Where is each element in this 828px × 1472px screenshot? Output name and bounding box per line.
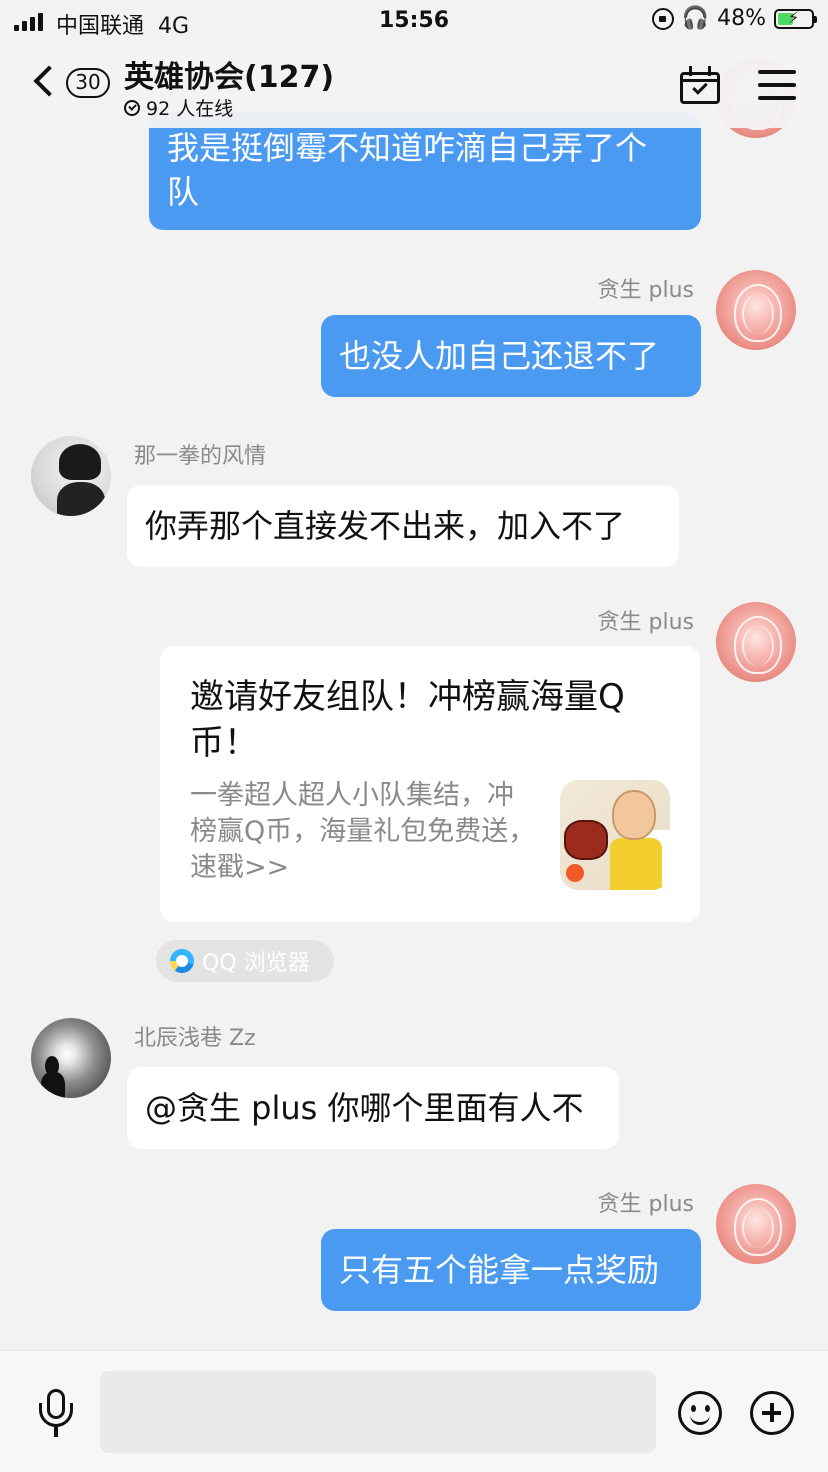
message-bubble[interactable]: 只有五个能拿一点奖励 (321, 1229, 701, 1311)
mic-cup (39, 1403, 73, 1427)
avatar[interactable] (716, 1184, 796, 1264)
card-thumbnail (560, 780, 670, 890)
unread-count-badge: 30 (66, 68, 110, 98)
message-bubble[interactable]: 你弄那个直接发不出来，加入不了 (127, 485, 679, 567)
avatar[interactable] (716, 602, 796, 682)
qq-browser-icon (170, 949, 194, 973)
rotation-lock-icon (651, 7, 674, 30)
message-bubble[interactable]: 我是挺倒霉不知道咋滴自己弄了个 队 (149, 112, 701, 230)
sender-name: 那一拳的风情 (134, 444, 267, 469)
status-bar: 中国联通 4G 15:56 🎧 48% ⚡ (0, 0, 828, 44)
card-title: 邀请好友组队！冲榜赢海量Q币！ (190, 677, 625, 763)
thumb-fist (564, 820, 608, 860)
sender-name: 贪生 plus (597, 610, 694, 635)
input-bar (0, 1350, 828, 1472)
emoji-icon[interactable] (678, 1391, 722, 1435)
charging-icon: ⚡ (788, 7, 800, 27)
calendar-button[interactable] (680, 66, 722, 104)
headphones-icon: 🎧 (681, 6, 710, 31)
plus-icon[interactable] (750, 1391, 794, 1435)
online-count: 92 人在线 (146, 98, 234, 120)
microphone-icon[interactable] (36, 1389, 76, 1437)
calendar-ring (689, 66, 692, 76)
avatar[interactable] (31, 436, 111, 516)
source-badge[interactable]: QQ 浏览器 (156, 940, 334, 982)
online-status[interactable]: 92 人在线 (124, 94, 233, 121)
chat-area: 我是挺倒霉不知道咋滴自己弄了个 队 贪生 plus 也没人加自己还退不了 那一拳… (0, 0, 828, 1350)
mic-stem (54, 1427, 58, 1437)
thumb-head (612, 790, 656, 840)
menu-button[interactable] (758, 68, 796, 102)
avatar[interactable] (716, 270, 796, 350)
avatar[interactable] (31, 1018, 111, 1098)
sender-name: 贪生 plus (597, 1192, 694, 1217)
message-text: 我是挺倒霉不知道咋滴自己弄了个 (167, 129, 648, 167)
back-button[interactable]: 30 (30, 64, 120, 108)
sender-name: 北辰浅巷 Zz (134, 1026, 256, 1051)
thumb-body (610, 838, 662, 890)
message-input[interactable] (100, 1371, 656, 1453)
calendar-ring (708, 66, 711, 76)
message-bubble[interactable]: @贪生 plus 你哪个里面有人不 (127, 1067, 619, 1149)
card-description: 一拳超人超人小队集结，冲榜赢Q币，海量礼包免费送，速戳>> (190, 780, 536, 883)
message-text: 队 (167, 173, 200, 211)
battery-icon: ⚡ (774, 7, 817, 29)
battery-percent: 48% (717, 6, 766, 31)
page-title[interactable]: 英雄协会(127) (124, 52, 334, 96)
sender-name: 贪生 plus (597, 278, 694, 303)
nav-bar: 30 英雄协会(127) 92 人在线 (0, 44, 828, 128)
chevron-circle-icon (124, 99, 140, 116)
source-label: QQ 浏览器 (202, 951, 310, 976)
back-chevron-icon (33, 65, 65, 97)
status-icons: 🎧 48% ⚡ (651, 6, 817, 31)
game-logo-icon (566, 864, 584, 882)
message-bubble[interactable]: 也没人加自己还退不了 (321, 315, 701, 397)
share-card[interactable]: 邀请好友组队！冲榜赢海量Q币！ 一拳超人超人小队集结，冲榜赢Q币，海量礼包免费送… (160, 646, 700, 922)
